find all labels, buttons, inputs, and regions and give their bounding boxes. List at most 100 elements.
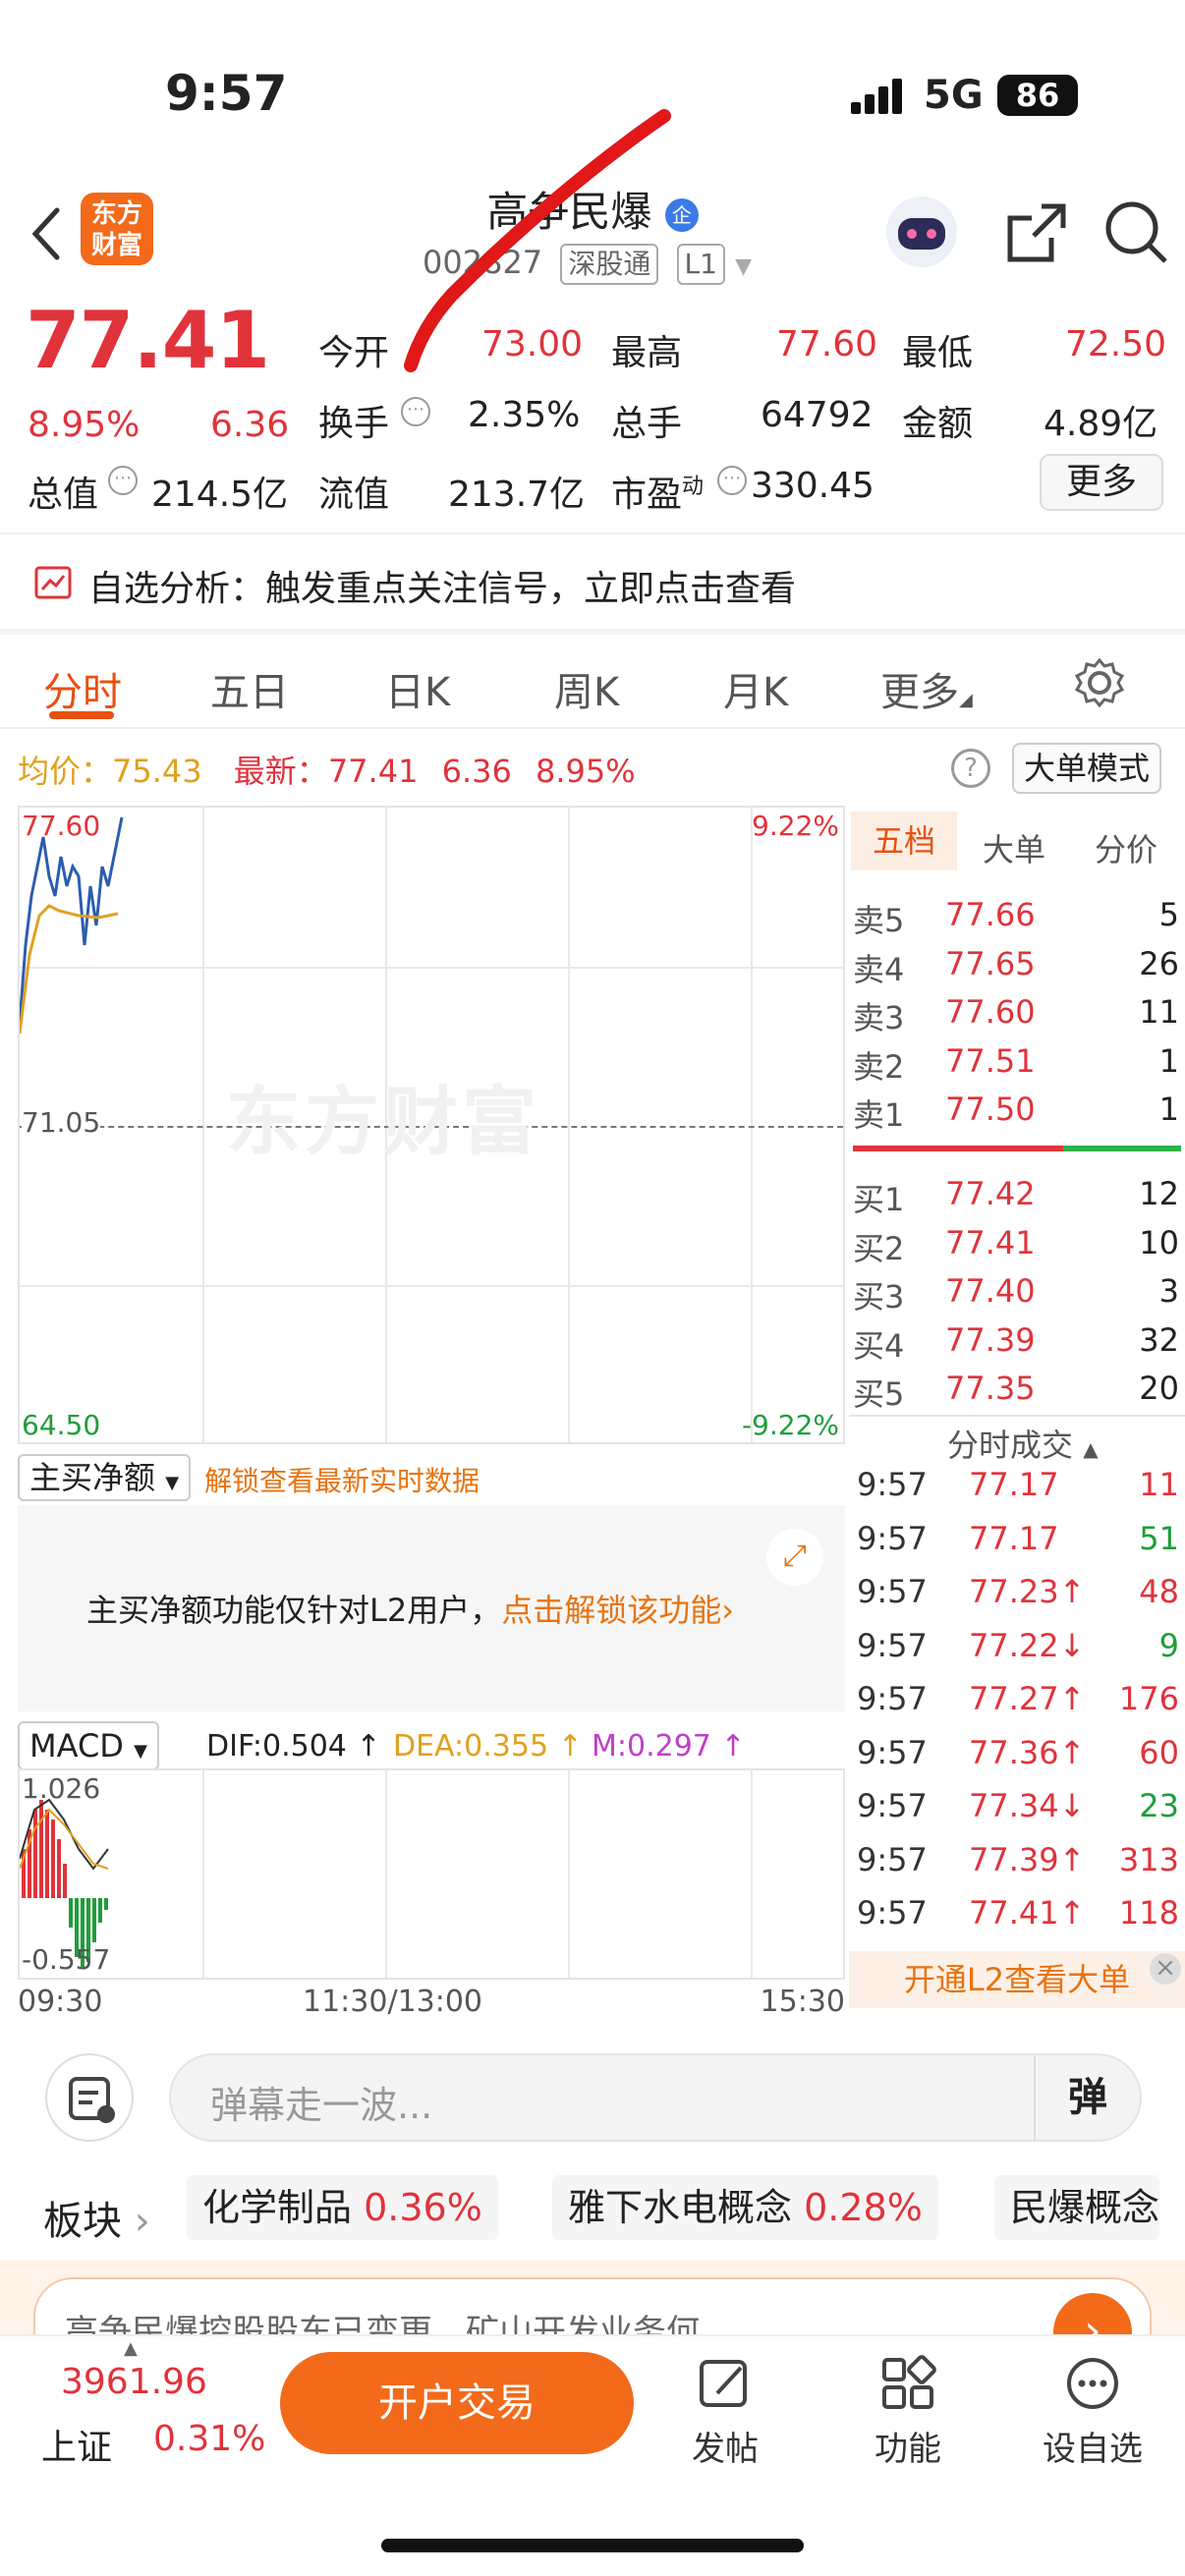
- sector-chip[interactable]: 民爆概念: [994, 2175, 1160, 2240]
- unlock-feature-link[interactable]: 点击解锁该功能: [501, 1592, 721, 1629]
- tab-intraday[interactable]: 分时: [43, 660, 122, 717]
- ai-robot-icon[interactable]: [882, 193, 961, 271]
- trade-row: 9:57 77.34↓ 23: [849, 1787, 1185, 1840]
- settings-icon[interactable]: [1073, 656, 1126, 709]
- more-quote-button[interactable]: 更多: [1040, 454, 1163, 511]
- tab-daily[interactable]: 日K: [385, 660, 450, 717]
- ask-label: 卖4: [853, 950, 905, 988]
- battery-icon: 86: [997, 75, 1078, 116]
- help-icon[interactable]: ?: [951, 749, 990, 788]
- latest-pct: 8.95%: [536, 753, 636, 790]
- close-icon[interactable]: ×: [1150, 1953, 1181, 1985]
- ask-label: 卖1: [853, 1096, 905, 1135]
- expand-up-icon[interactable]: ▲: [124, 2338, 138, 2359]
- bid-label: 买1: [853, 1181, 905, 1218]
- macd-chart[interactable]: 1.026 -0.557: [18, 1768, 845, 1980]
- index-value[interactable]: 3961.96: [61, 2362, 207, 2402]
- big-order-mode-button[interactable]: 大单模式: [1012, 743, 1161, 794]
- watermark: 东方财富: [226, 1078, 540, 1165]
- high-label: 最高: [611, 333, 683, 373]
- home-indicator[interactable]: [381, 2539, 804, 2552]
- trade-price: 77.34↓: [969, 1787, 1086, 1824]
- analysis-alert[interactable]: 自选分析：触发重点关注信号，立即点击查看: [0, 536, 1185, 631]
- sector-chip[interactable]: 雅下水电概念 0.28%: [552, 2175, 938, 2240]
- tab-monthly[interactable]: 月K: [723, 660, 788, 717]
- edit-icon: [700, 2360, 747, 2407]
- time-sales-title[interactable]: 分时成交 ▲: [947, 1421, 1099, 1466]
- locked-message: 主买净额功能仅针对L2用户，点击解锁该功能›: [86, 1592, 735, 1629]
- main-buy-select[interactable]: 主买净额 ▼: [18, 1454, 192, 1501]
- avg-price: 75.43: [112, 753, 202, 790]
- amount-label: 金额: [902, 404, 974, 444]
- open-label: 今开: [318, 333, 390, 373]
- function-button[interactable]: 功能: [849, 2354, 967, 2470]
- axis-bottom-pct: -9.22%: [741, 1409, 839, 1441]
- current-price: 77.41: [26, 295, 270, 386]
- tab-5day[interactable]: 五日: [210, 660, 289, 717]
- trade-time: 9:57: [857, 1787, 928, 1824]
- trade-time: 9:57: [857, 1680, 928, 1717]
- trade-time: 9:57: [857, 1840, 928, 1878]
- trade-row: 9:57 77.36↑ 60: [849, 1734, 1185, 1787]
- intraday-summary: 均价：75.43 最新：77.41 6.36 8.95%: [18, 753, 636, 790]
- low-label: 最低: [902, 333, 974, 373]
- sectors-label[interactable]: 板块 ›: [43, 2189, 150, 2246]
- sector-chip[interactable]: 化学制品 0.36%: [187, 2175, 498, 2240]
- ask-row: 卖3 77.60 11: [849, 993, 1185, 1044]
- level-tag[interactable]: L1: [676, 244, 725, 285]
- pe-value: 330.45: [751, 466, 875, 506]
- bid-label: 买4: [853, 1326, 905, 1365]
- chart-alert-icon: [34, 566, 72, 599]
- search-icon[interactable]: [1097, 193, 1175, 271]
- tab-big-order[interactable]: 大单: [983, 825, 1045, 870]
- trade-price: 77.41↑: [969, 1894, 1086, 1932]
- low-value: 72.50: [1065, 324, 1167, 364]
- locked-panel[interactable]: 主买净额功能仅针对L2用户，点击解锁该功能› ⤢: [18, 1505, 845, 1711]
- trade-row: 9:57 77.22↓ 9: [849, 1627, 1185, 1680]
- trade-volume: 176: [1118, 1680, 1179, 1717]
- trade-row: 9:57 77.17 51: [849, 1520, 1185, 1573]
- open-l2-banner[interactable]: 开通L2查看大单: [849, 1951, 1185, 2008]
- comment-list-icon[interactable]: [45, 2053, 134, 2142]
- index-name: 上证: [41, 2428, 113, 2468]
- macd-select[interactable]: MACD ▼: [18, 1721, 159, 1770]
- tab-more[interactable]: 更多◢: [880, 660, 973, 717]
- trade-time: 9:57: [857, 1573, 928, 1610]
- ask-label: 卖3: [853, 999, 905, 1037]
- info-icon[interactable]: ⋯: [401, 397, 430, 426]
- ask-label: 卖5: [853, 902, 905, 939]
- bid-volume: 3: [1158, 1272, 1179, 1311]
- open-account-trade-button[interactable]: 开户交易: [280, 2352, 634, 2454]
- mktcap-value: 214.5亿: [151, 475, 289, 515]
- macd-m: M:0.297 ↑: [592, 1729, 746, 1764]
- axis-mid-price: 71.05: [22, 1106, 101, 1139]
- trade-volume: 9: [1158, 1626, 1179, 1664]
- float-value: 213.7亿: [448, 475, 586, 515]
- ask-price: 77.50: [945, 1091, 1036, 1129]
- trade-time: 9:57: [857, 1519, 928, 1557]
- post-button[interactable]: 发帖: [666, 2354, 784, 2470]
- dropdown-icon[interactable]: ▼: [735, 254, 752, 279]
- add-watchlist-button[interactable]: 设自选: [1034, 2354, 1152, 2470]
- tab-price-dist[interactable]: 分价: [1095, 825, 1157, 870]
- order-book: 五档 大单 分价 卖5 77.66 5 卖4 77.65 26 卖3 77.60 11 卖2 77.…: [849, 806, 1185, 1415]
- macd-top-value: 1.026: [22, 1772, 101, 1805]
- trade-volume: 313: [1118, 1840, 1179, 1878]
- tab-five-level[interactable]: 五档: [851, 812, 957, 870]
- macd-histogram: [20, 1798, 109, 1967]
- trade-price: 77.36↑: [969, 1733, 1086, 1771]
- trade-volume: 60: [1139, 1733, 1179, 1771]
- info-icon[interactable]: ⋯: [717, 466, 747, 495]
- danmu-input[interactable]: 弹幕走一波... 弹: [169, 2053, 1142, 2142]
- stock-code-row: 002827 深股通 L1 ▼: [423, 244, 752, 285]
- ask-volume: 11: [1139, 993, 1179, 1032]
- bid-row: 买2 77.41 10: [849, 1224, 1185, 1275]
- unlock-link[interactable]: 解锁查看最新实时数据: [204, 1460, 480, 1499]
- danmu-toggle-button[interactable]: 弹: [1034, 2055, 1140, 2140]
- tab-weekly[interactable]: 周K: [554, 660, 619, 717]
- info-icon[interactable]: ⋯: [108, 466, 138, 495]
- expand-icon[interactable]: ⤢: [766, 1529, 823, 1586]
- bid-price: 77.40: [945, 1272, 1036, 1311]
- trade-price: 77.22↓: [969, 1626, 1086, 1664]
- share-icon[interactable]: [996, 195, 1075, 273]
